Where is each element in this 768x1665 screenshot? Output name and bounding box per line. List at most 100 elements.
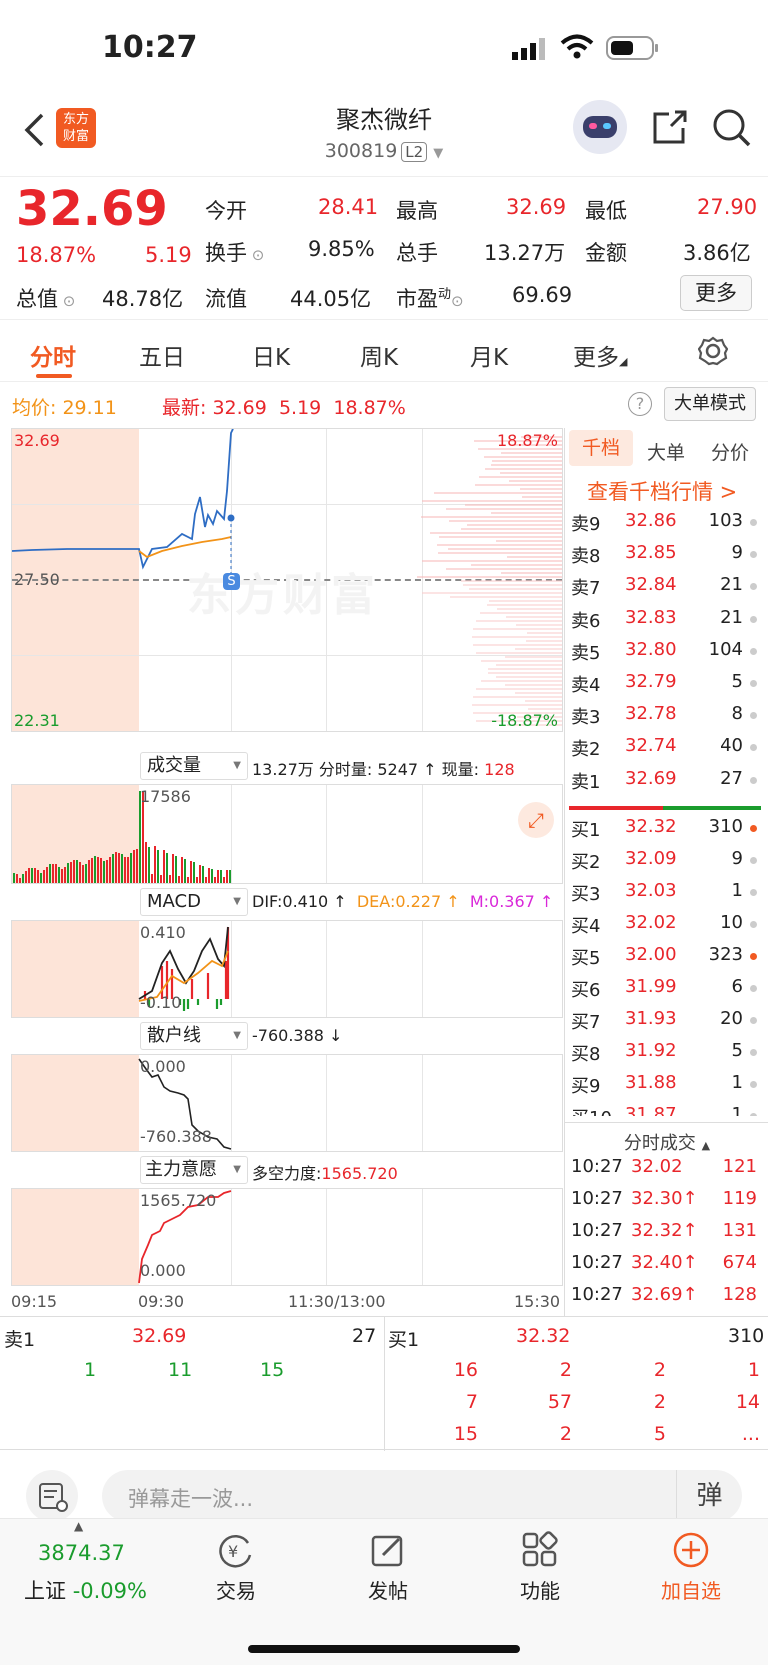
time-label-0930: 09:30 xyxy=(138,1292,185,1311)
nav-post[interactable]: 发帖 xyxy=(358,1575,418,1604)
volume-bar xyxy=(88,860,90,883)
queue-buy-grid: 16 2 2 1 7 57 2 14 15 2 5... xyxy=(388,1359,764,1455)
level-dot xyxy=(750,921,757,928)
search-icon[interactable] xyxy=(712,108,752,148)
volume-bar xyxy=(130,853,132,883)
main-force-dropdown[interactable]: 主力意愿 ▼ xyxy=(140,1156,248,1184)
share-icon[interactable] xyxy=(651,108,689,146)
robot-assistant-icon[interactable] xyxy=(573,100,627,154)
buy-level-row[interactable]: 买10 31.87 1 xyxy=(569,1104,759,1116)
volume-bar xyxy=(187,877,189,883)
volume-bar xyxy=(25,871,27,883)
add-watchlist-icon[interactable] xyxy=(672,1531,710,1569)
buy-level-row[interactable]: 买9 31.88 1 xyxy=(569,1072,759,1104)
label-pe: 市盈动⊙ xyxy=(396,287,464,311)
bottom-nav: ▲ 3874.37 上证 -0.09% ¥ 交易 发帖 功能 加自选 xyxy=(0,1518,768,1665)
sell-level-row[interactable]: 卖4 32.79 5 xyxy=(569,671,759,703)
level-price: 31.87 xyxy=(625,1104,677,1116)
tab-depth[interactable]: 千档 xyxy=(569,430,633,466)
tab-price-dist[interactable]: 分价 xyxy=(711,438,749,465)
tick-time: 10:27 xyxy=(571,1188,623,1209)
volume-summary: 13.27万 分时量: 5247 ↑ 现量: 128 xyxy=(252,760,515,779)
sell-level-row[interactable]: 卖2 32.74 40 xyxy=(569,735,759,767)
sell-level-row[interactable]: 卖6 32.83 21 xyxy=(569,607,759,639)
tab-big-orders[interactable]: 大单 xyxy=(647,438,685,465)
nav-add-watchlist[interactable]: 加自选 xyxy=(654,1575,728,1604)
retail-line-dropdown[interactable]: 散户线 ▼ xyxy=(140,1022,248,1050)
macd-dropdown[interactable]: MACD ▼ xyxy=(140,888,248,916)
sell-level-row[interactable]: 卖3 32.78 8 xyxy=(569,703,759,735)
danmu-toggle-icon[interactable]: 弹 xyxy=(676,1470,742,1522)
sell-level-row[interactable]: 卖8 32.85 9 xyxy=(569,542,759,574)
index-name-change[interactable]: 上证 -0.09% xyxy=(24,1575,147,1605)
danmu-input[interactable]: 弹幕走一波... 弹 xyxy=(102,1470,742,1522)
label-turnover: 换手 ⊙ xyxy=(205,241,265,265)
queue-buy-item: 57 xyxy=(547,1391,572,1413)
sell-level-row[interactable]: 卖1 32.69 27 xyxy=(569,768,759,800)
more-button[interactable]: 更多 xyxy=(680,275,752,311)
volume-bar xyxy=(64,867,66,883)
big-order-mode-button[interactable]: 大单模式 xyxy=(664,387,756,421)
buy-level-row[interactable]: 买4 32.02 10 xyxy=(569,912,759,944)
value-market-cap: 48.78亿 xyxy=(102,287,184,311)
level-qty: 8 xyxy=(731,703,743,725)
level-price: 32.83 xyxy=(625,606,677,628)
functions-icon[interactable] xyxy=(521,1531,559,1569)
nav-functions[interactable]: 功能 xyxy=(510,1575,570,1604)
sell-level-row[interactable]: 卖9 32.86 103 xyxy=(569,510,759,542)
main-force-top-label: 1565.720 xyxy=(140,1191,217,1210)
expand-icon[interactable]: ⤢ xyxy=(518,802,554,838)
help-icon[interactable]: ? xyxy=(628,392,652,416)
view-depth-link[interactable]: 查看千档行情 > xyxy=(587,476,737,506)
queue-buy-price: 32.32 xyxy=(516,1325,571,1347)
volume-indicator-dropdown[interactable]: 成交量 ▼ xyxy=(140,752,248,780)
tab-weekly-k[interactable]: 周K xyxy=(360,338,398,372)
volume-bar xyxy=(22,874,24,883)
level-label: 买4 xyxy=(571,916,601,937)
volume-bar xyxy=(103,861,105,883)
volume-bar xyxy=(97,857,99,883)
volume-bar xyxy=(193,862,195,883)
buy-level-row[interactable]: 买8 31.92 5 xyxy=(569,1040,759,1072)
post-icon[interactable] xyxy=(369,1531,407,1569)
volume-bar xyxy=(223,877,225,883)
buy-level-row[interactable]: 买2 32.09 9 xyxy=(569,848,759,880)
buy-level-row[interactable]: 买7 31.93 20 xyxy=(569,1008,759,1040)
signal-marker-icon[interactable]: S xyxy=(223,573,240,590)
volume-bar xyxy=(163,850,165,883)
tab-daily-k[interactable]: 日K xyxy=(252,338,290,372)
tab-monthly-k[interactable]: 月K xyxy=(470,338,508,372)
macd-lines xyxy=(138,926,230,1011)
note-settings-icon[interactable] xyxy=(26,1470,78,1522)
level-qty: 310 xyxy=(708,816,743,837)
svg-text:¥: ¥ xyxy=(228,1542,238,1561)
volume-bar xyxy=(121,854,123,883)
main-force-value: 多空力度:1565.720 xyxy=(252,1164,398,1183)
buy-level-row[interactable]: 买6 31.99 6 xyxy=(569,976,759,1008)
retail-top-label: 0.000 xyxy=(140,1057,186,1076)
index-value[interactable]: 3874.37 xyxy=(38,1541,125,1565)
danmu-placeholder: 弹幕走一波... xyxy=(128,1487,254,1511)
buy-level-row[interactable]: 买5 32.00 323 xyxy=(569,944,759,976)
nav-trade[interactable]: 交易 xyxy=(206,1575,266,1604)
tab-more[interactable]: 更多◢ xyxy=(573,338,627,372)
trade-icon[interactable]: ¥ xyxy=(216,1531,254,1569)
sell-level-row[interactable]: 卖5 32.80 104 xyxy=(569,639,759,671)
buy-level-row[interactable]: 买1 32.32 310 xyxy=(569,816,759,848)
buy-level-row[interactable]: 买3 32.03 1 xyxy=(569,880,759,912)
retail-bottom-label: -760.388 xyxy=(140,1127,212,1146)
tab-intraday[interactable]: 分时 xyxy=(30,338,76,372)
buy-levels: 买1 32.32 310 买2 32.09 9 买3 32.03 1 买4 32.02 10 买5 32.… xyxy=(569,816,765,1116)
ticks-header[interactable]: 分时成交 ▲ xyxy=(565,1122,768,1155)
tab-five-day[interactable]: 五日 xyxy=(139,338,185,372)
settings-icon[interactable] xyxy=(698,336,728,366)
level-price: 32.85 xyxy=(625,542,677,564)
last-price: 32.69 xyxy=(16,181,168,237)
volume-bar xyxy=(133,850,135,883)
level-dot xyxy=(750,551,757,559)
sell-level-row[interactable]: 卖7 32.84 21 xyxy=(569,574,759,606)
price-chart[interactable]: 东方财富 S 32.69 27.50 22.31 18.87% -18.87% xyxy=(11,428,563,732)
level-label: 卖2 xyxy=(571,739,601,761)
expand-up-icon[interactable]: ▲ xyxy=(74,1519,83,1533)
level-label: 卖4 xyxy=(571,675,601,696)
